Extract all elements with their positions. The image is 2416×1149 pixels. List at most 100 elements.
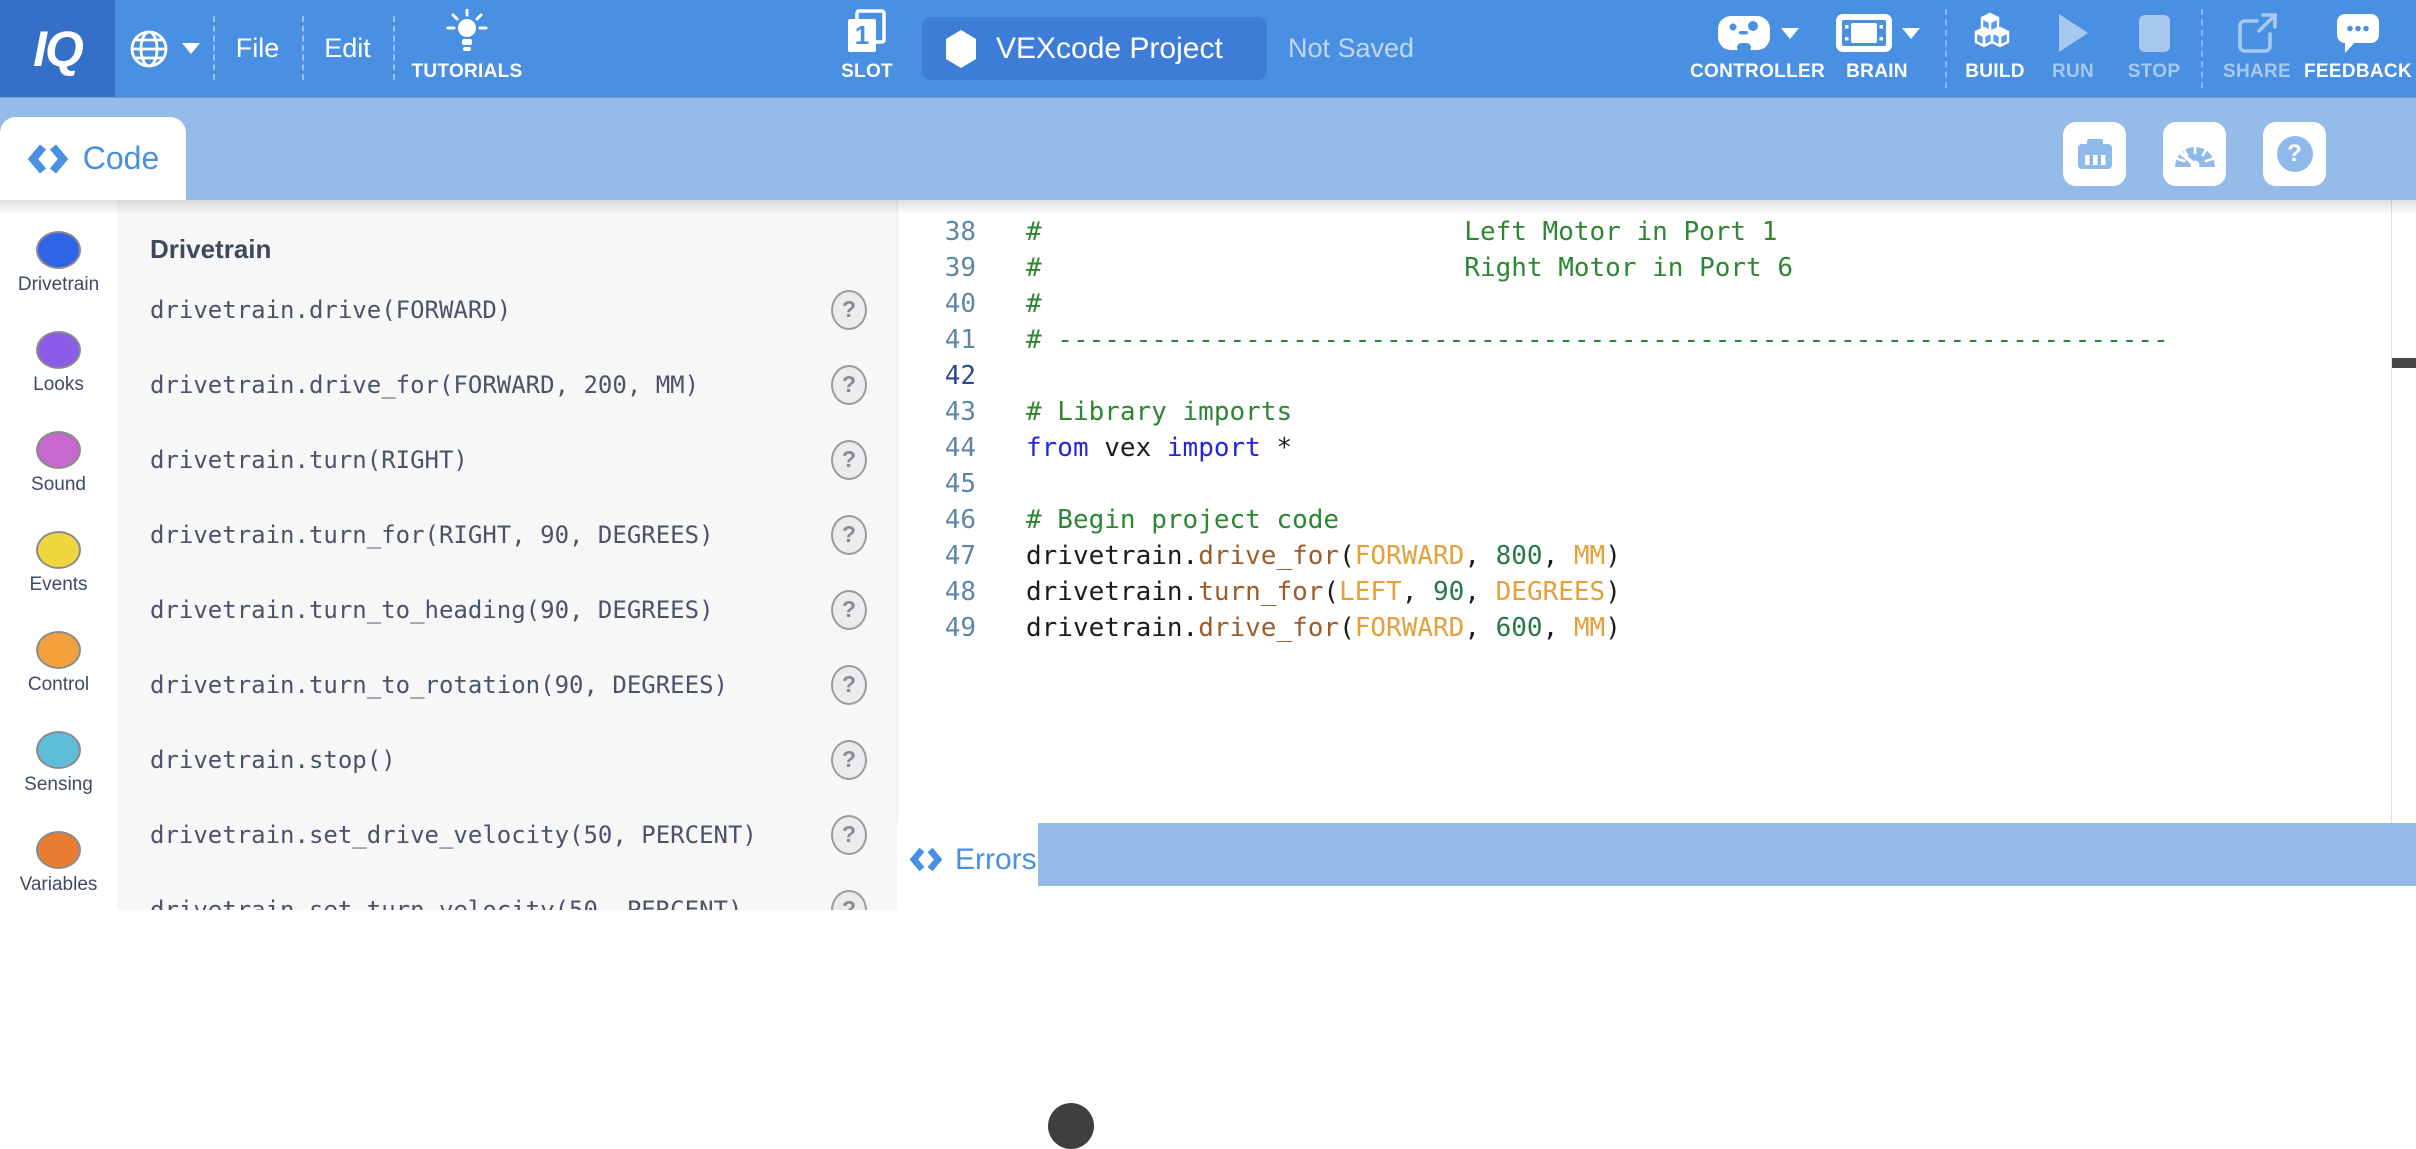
command-text[interactable]: drivetrain.turn_for(RIGHT, 90, DEGREES) (150, 521, 714, 549)
device-manager-button[interactable] (2063, 122, 2126, 186)
top-navbar: IQ File Edit (0, 0, 2416, 97)
line-code: # Right Motor in Port 6 (1026, 250, 1793, 286)
logo-text: IQ (33, 20, 82, 78)
command-text[interactable]: drivetrain.drive(FORWARD) (150, 296, 511, 324)
dashboard-button[interactable] (2163, 122, 2226, 186)
code-toolbar: Code (0, 97, 2416, 200)
project-name-button[interactable]: VEXcode Project (922, 17, 1267, 80)
command-help-button[interactable]: ? (831, 740, 867, 780)
category-circle-icon (36, 331, 81, 369)
command-help-button[interactable]: ? (831, 290, 867, 330)
category-circle-icon (36, 631, 81, 669)
command-row: drivetrain.turn_for(RIGHT, 90, DEGREES)? (117, 497, 897, 572)
category-sidebar: Drivetrain Looks Sound Events ControlSensing… (0, 200, 117, 910)
editor-right-divider (2391, 200, 2392, 823)
line-number: 47 (898, 538, 976, 574)
line-number: 42 (898, 358, 976, 394)
code-brackets-icon (909, 846, 943, 873)
command-row: drivetrain.turn_to_heading(90, DEGREES)? (117, 572, 897, 647)
command-text[interactable]: drivetrain.set_drive_velocity(50, PERCEN… (150, 821, 757, 849)
chevron-down-icon (182, 43, 200, 54)
command-help-button[interactable]: ? (831, 815, 867, 855)
command-help-button[interactable]: ? (831, 665, 867, 705)
command-text[interactable]: drivetrain.stop() (150, 746, 396, 774)
stop-square-icon (2139, 15, 2170, 52)
line-number: 48 (898, 574, 976, 610)
stop-label: STOP (2128, 61, 2181, 83)
tutorials-label: TUTORIALS (411, 61, 522, 83)
run-play-icon (2057, 13, 2089, 53)
editor-line: 48 drivetrain.turn_for(LEFT, 90, DEGREES) (898, 574, 2388, 610)
editor-line: 38# Left Motor in Port 1 (898, 214, 2388, 250)
line-number: 43 (898, 394, 976, 430)
editor-line: 43 # Library imports (898, 394, 2388, 430)
stop-button[interactable]: STOP (2114, 8, 2194, 83)
help-button[interactable]: ? (2263, 122, 2326, 186)
command-help-button[interactable]: ? (831, 440, 867, 480)
feedback-button[interactable]: FEEDBACK (2308, 8, 2408, 83)
gauge-icon (2172, 138, 2218, 170)
command-text[interactable]: drivetrain.turn(RIGHT) (150, 446, 468, 474)
command-text[interactable]: drivetrain.set_turn_velocity(50, PERCENT… (150, 896, 742, 911)
command-help-button[interactable]: ? (831, 365, 867, 405)
controller-button[interactable]: CONTROLLER (1690, 8, 1825, 83)
editor-scrollbar-handle[interactable] (2392, 358, 2416, 368)
feedback-label: FEEDBACK (2304, 61, 2412, 83)
sidebar-item-variables[interactable]: Variables (0, 831, 117, 927)
share-button[interactable]: SHARE (2212, 8, 2302, 83)
category-label: Events (29, 574, 87, 596)
run-button[interactable]: RUN (2040, 8, 2106, 83)
vexcode-iq-app: { "navbar": { "logo": "IQ", "file_menu":… (0, 0, 2416, 910)
navbar-separator (2201, 9, 2203, 88)
sidebar-item-looks[interactable]: Looks (0, 331, 117, 427)
line-code: # Library imports (1026, 394, 1292, 430)
command-row: drivetrain.set_turn_velocity(50, PERCENT… (117, 872, 897, 910)
editor-line: 49drivetrain.drive_for(FORWARD, 600, MM) (898, 610, 2388, 646)
slot-button[interactable]: 1 SLOT (830, 8, 904, 83)
command-row: drivetrain.turn_to_rotation(90, DEGREES)… (117, 647, 897, 722)
command-text[interactable]: drivetrain.turn_to_rotation(90, DEGREES) (150, 671, 728, 699)
share-label: SHARE (2223, 61, 2291, 83)
navbar-separator (1945, 9, 1947, 88)
file-menu[interactable]: File (213, 0, 302, 97)
code-tab-label: Code (83, 140, 160, 177)
save-status: Not Saved (1288, 0, 1414, 97)
sidebar-item-sensing[interactable]: Sensing (0, 731, 117, 827)
sidebar-item-events[interactable]: Events (0, 531, 117, 627)
line-number: 45 (898, 466, 976, 502)
category-label: Sound (31, 474, 86, 496)
build-cubes-icon (1971, 10, 2019, 56)
command-help-button[interactable]: ? (831, 890, 867, 911)
editor-line: 45 (898, 466, 2388, 502)
slot-icon: 1 (843, 8, 891, 58)
command-row: drivetrain.turn(RIGHT)? (117, 422, 897, 497)
sidebar-item-drivetrain[interactable]: Drivetrain (0, 231, 117, 327)
edit-menu[interactable]: Edit (302, 0, 393, 97)
category-label: Variables (20, 874, 98, 896)
line-code: drivetrain.drive_for(FORWARD, 600, MM) (1026, 610, 1621, 646)
build-button[interactable]: BUILD (1952, 8, 2038, 83)
line-code: drivetrain.turn_for(LEFT, 90, DEGREES) (1026, 574, 1621, 610)
command-text[interactable]: drivetrain.drive_for(FORWARD, 200, MM) (150, 371, 699, 399)
code-editor[interactable]: 38# Left Motor in Port 139# Right Motor … (897, 200, 2416, 910)
command-row: drivetrain.drive_for(FORWARD, 200, MM)? (117, 347, 897, 422)
category-label: Looks (33, 374, 84, 396)
editor-line: 39# Right Motor in Port 6 (898, 250, 2388, 286)
editor-line: 44from vex import * (898, 430, 2388, 466)
sidebar-item-sound[interactable]: Sound (0, 431, 117, 527)
palette-header: Drivetrain (150, 234, 271, 265)
brain-button[interactable]: BRAIN (1822, 8, 1932, 83)
command-help-button[interactable]: ? (831, 590, 867, 630)
tab-code[interactable]: Code (0, 117, 186, 200)
command-row: drivetrain.stop()? (117, 722, 897, 797)
language-menu[interactable] (126, 0, 200, 97)
command-text[interactable]: drivetrain.turn_to_heading(90, DEGREES) (150, 596, 714, 624)
command-help-button[interactable]: ? (831, 515, 867, 555)
sidebar-item-control[interactable]: Control (0, 631, 117, 727)
tutorials-button[interactable]: TUTORIALS (407, 8, 527, 83)
feedback-bubble-icon (2335, 11, 2381, 55)
brain-label: BRAIN (1846, 61, 1908, 83)
project-title: VEXcode Project (996, 32, 1223, 66)
errors-bar (897, 823, 2416, 886)
slot-number: 1 (855, 20, 869, 50)
